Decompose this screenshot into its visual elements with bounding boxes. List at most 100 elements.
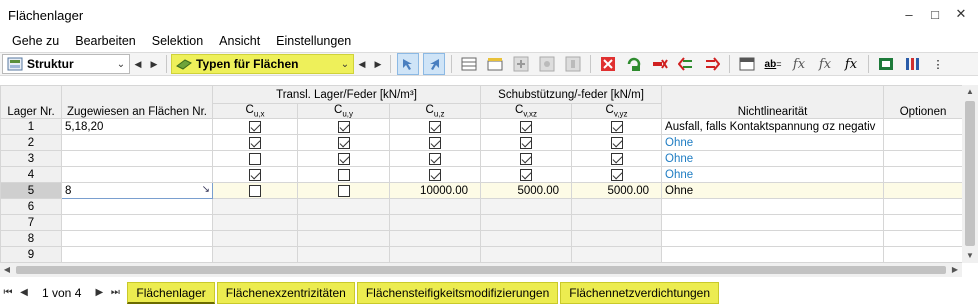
cvyz-checkbox[interactable] — [610, 136, 623, 149]
row-number[interactable]: 5 — [0, 182, 62, 200]
excel-export-icon[interactable] — [875, 53, 897, 75]
cuz-cell[interactable] — [388, 246, 482, 263]
menu-selection[interactable]: Selektion — [144, 30, 211, 52]
menu-edit[interactable]: Bearbeiten — [67, 30, 143, 52]
nonlinearity-cell[interactable] — [661, 246, 885, 263]
cux-checkbox[interactable] — [249, 136, 261, 149]
table-row[interactable]: 4 Ohne — [0, 166, 962, 184]
next-icon[interactable]: ▶ — [146, 54, 162, 74]
cvyz-cell[interactable] — [571, 166, 663, 184]
cvyz-cell[interactable] — [571, 214, 663, 232]
cuy-cell[interactable] — [297, 246, 390, 263]
assigned-surfaces-cell[interactable] — [61, 166, 213, 184]
text-replace-icon[interactable]: ab = — [762, 53, 784, 75]
table-row[interactable]: 2 Ohne — [0, 134, 962, 152]
cuy-cell[interactable] — [297, 134, 390, 152]
tab-flaechenlager[interactable]: Flächenlager — [127, 281, 215, 304]
row-number[interactable]: 3 — [0, 150, 62, 168]
cuz-checkbox[interactable] — [429, 152, 441, 165]
tab-flaechensteifigkeit[interactable]: Flächensteifigkeitsmodifizierungen — [356, 281, 559, 304]
menu-settings[interactable]: Einstellungen — [268, 30, 359, 52]
nonlinearity-cell[interactable]: Ohne — [661, 150, 885, 168]
delete-icon[interactable] — [597, 53, 619, 75]
vertical-scrollbar[interactable]: ▲ ▼ — [962, 85, 978, 263]
row-number[interactable]: 6 — [0, 198, 62, 216]
cvyz-cell[interactable] — [571, 150, 663, 168]
select-in-table-icon[interactable] — [423, 53, 445, 75]
formula-edit-icon[interactable]: fx — [840, 53, 862, 75]
cuy-cell[interactable] — [297, 214, 390, 232]
cuz-value-cell[interactable]: 10000.00 — [388, 182, 482, 200]
assigned-surfaces-cell[interactable] — [61, 134, 213, 152]
scroll-thumb[interactable] — [965, 101, 975, 246]
pick-in-graphics-icon[interactable]: ↘ — [202, 184, 210, 195]
assigned-surfaces-cell[interactable]: 8 ↘ — [61, 182, 213, 200]
cvxz-checkbox[interactable] — [520, 168, 533, 181]
cuz-checkbox[interactable] — [429, 136, 441, 149]
cuy-checkbox[interactable] — [337, 168, 350, 181]
nonlinearity-cell[interactable]: Ausfall, falls Kontaktspannung σz negati… — [661, 118, 885, 136]
cux-cell[interactable] — [212, 134, 298, 152]
cvxz-checkbox[interactable] — [520, 120, 533, 133]
cux-cell[interactable] — [212, 150, 298, 168]
nonlinearity-cell[interactable]: Ohne — [661, 182, 885, 200]
table-row[interactable]: 7 — [0, 214, 962, 232]
cuz-cell[interactable] — [388, 118, 482, 136]
structure-combo[interactable]: Struktur ⌄ — [2, 54, 130, 74]
table-row[interactable]: 5 8 ↘ 10000.00 5000.00 5000.00 Ohne — [0, 182, 962, 200]
panel-icon[interactable] — [736, 53, 758, 75]
cvyz-cell[interactable] — [571, 246, 663, 263]
cuy-checkbox[interactable] — [337, 184, 350, 197]
copy-icon[interactable] — [536, 53, 558, 75]
scroll-down-icon[interactable]: ▼ — [962, 249, 978, 263]
maximize-icon[interactable]: □ — [926, 6, 944, 22]
table-row[interactable]: 9 — [0, 246, 962, 263]
cvxz-checkbox[interactable] — [520, 152, 533, 165]
row-number[interactable]: 9 — [0, 246, 62, 263]
prev-page-icon[interactable]: ◀ — [16, 287, 32, 298]
cux-cell[interactable] — [212, 166, 298, 184]
nonlinearity-cell[interactable] — [661, 198, 885, 216]
assigned-surfaces-cell[interactable] — [61, 150, 213, 168]
nonlinearity-cell[interactable]: Ohne — [661, 166, 885, 184]
cvxz-cell[interactable] — [480, 150, 573, 168]
select-in-model-icon[interactable] — [397, 53, 419, 75]
first-page-icon[interactable]: ⏮ — [0, 287, 16, 298]
cuy-cell[interactable] — [297, 198, 390, 216]
tab-flaechenexzentrizitaeten[interactable]: Flächenexzentrizitäten — [216, 281, 355, 304]
cvyz-checkbox[interactable] — [610, 120, 623, 133]
remove-red-icon[interactable] — [649, 53, 671, 75]
prev-icon[interactable]: ◀ — [354, 54, 370, 74]
cvxz-cell[interactable] — [480, 118, 573, 136]
insert-row-icon[interactable] — [484, 53, 506, 75]
cux-checkbox[interactable] — [249, 120, 261, 133]
options-cell[interactable] — [883, 134, 962, 152]
row-number[interactable]: 8 — [0, 230, 62, 248]
horizontal-scrollbar[interactable]: ◀ ▶ — [0, 263, 962, 277]
options-cell[interactable] — [883, 118, 962, 136]
prev-icon[interactable]: ◀ — [130, 54, 146, 74]
cux-cell[interactable] — [212, 214, 298, 232]
table-row[interactable]: 3 Ohne — [0, 150, 962, 168]
cuz-checkbox[interactable] — [429, 168, 441, 181]
cvyz-cell[interactable] — [571, 118, 663, 136]
assigned-surfaces-cell[interactable] — [61, 214, 213, 232]
cvxz-value-cell[interactable]: 5000.00 — [480, 182, 573, 200]
formula-remove-icon[interactable]: fx — [814, 53, 836, 75]
rotate-green-icon[interactable] — [623, 53, 645, 75]
cuy-cell[interactable] — [297, 182, 390, 200]
cuz-cell[interactable] — [388, 214, 482, 232]
options-cell[interactable] — [883, 198, 962, 216]
assigned-surfaces-cell[interactable]: 5,18,20 — [61, 118, 213, 136]
next-page-icon[interactable]: ▶ — [91, 287, 107, 298]
row-number[interactable]: 1 — [0, 118, 62, 136]
nonlinearity-cell[interactable]: Ohne — [661, 134, 885, 152]
cux-cell[interactable] — [212, 182, 298, 200]
cuz-cell[interactable] — [388, 166, 482, 184]
cvyz-checkbox[interactable] — [610, 152, 623, 165]
cvxz-cell[interactable] — [480, 134, 573, 152]
options-cell[interactable] — [883, 150, 962, 168]
cuz-checkbox[interactable] — [429, 120, 441, 133]
cuy-cell[interactable] — [297, 166, 390, 184]
cvyz-cell[interactable] — [571, 134, 663, 152]
